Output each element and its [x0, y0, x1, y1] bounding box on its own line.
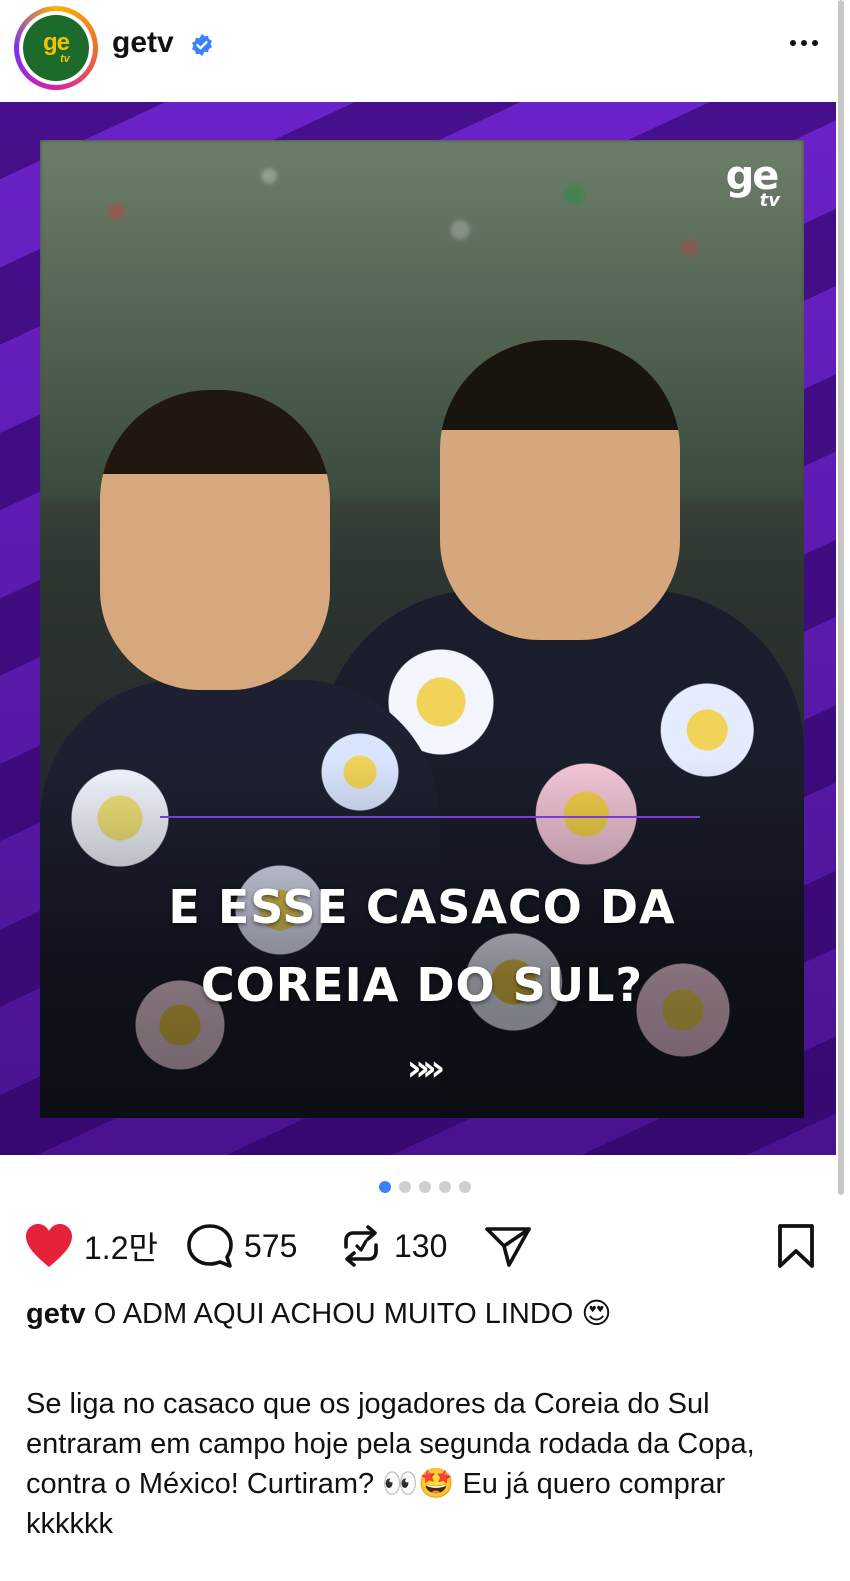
repost-count: 130	[394, 1227, 448, 1264]
carousel-dot	[439, 1181, 451, 1193]
players-photo: ge tv E ESSE CASACO DA COREIA DO SUL? »»	[40, 140, 804, 1118]
repost-icon	[344, 1225, 378, 1267]
save-button[interactable]	[776, 1216, 816, 1276]
like-button[interactable]: 1.2만	[24, 1216, 158, 1276]
comment-count: 575	[244, 1227, 298, 1264]
bookmark-icon	[778, 1224, 814, 1268]
scrollbar[interactable]	[838, 0, 844, 1195]
heart-icon	[26, 1224, 72, 1267]
repost-button[interactable]: 130	[338, 1216, 447, 1276]
comment-button[interactable]: 575	[186, 1216, 297, 1276]
like-count: 1.2만	[84, 1230, 158, 1266]
swipe-arrows-icon: »»	[406, 1048, 446, 1089]
carousel-dot	[379, 1181, 391, 1193]
carousel-dot	[459, 1181, 471, 1193]
post-header: ge tv getv	[0, 0, 850, 96]
more-options-icon[interactable]	[790, 40, 818, 46]
carousel-dot	[419, 1181, 431, 1193]
post-image[interactable]: ge tv E ESSE CASACO DA COREIA DO SUL? »»	[0, 102, 836, 1155]
caption-headline: getv O ADM AQUI ACHOU MUITO LINDO 😍	[26, 1294, 816, 1334]
comment-icon	[187, 1224, 233, 1268]
headline-line-2: COREIA DO SUL?	[200, 958, 644, 1012]
share-button[interactable]	[484, 1216, 532, 1276]
verified-badge-icon	[192, 34, 212, 56]
caption-first-line: O ADM AQUI ACHOU MUITO LINDO 😍	[93, 1298, 612, 1330]
share-icon	[485, 1227, 531, 1267]
player-right-head	[440, 340, 680, 640]
avatar[interactable]: ge tv	[14, 6, 98, 90]
getv-watermark-icon: ge tv	[725, 153, 780, 211]
action-bar: 1.2만 575 130	[0, 1216, 850, 1276]
carousel-indicator	[0, 1181, 850, 1193]
caption-body: Se liga no casaco que os jogadores da Co…	[26, 1388, 755, 1540]
username-link[interactable]: getv	[112, 26, 174, 60]
getv-logo-icon: ge tv	[23, 15, 89, 81]
caption-username[interactable]: getv	[26, 1298, 86, 1330]
headline-line-1: E ESSE CASACO DA	[168, 880, 676, 934]
carousel-dot	[399, 1181, 411, 1193]
divider	[160, 816, 700, 818]
player-left-head	[100, 390, 330, 690]
